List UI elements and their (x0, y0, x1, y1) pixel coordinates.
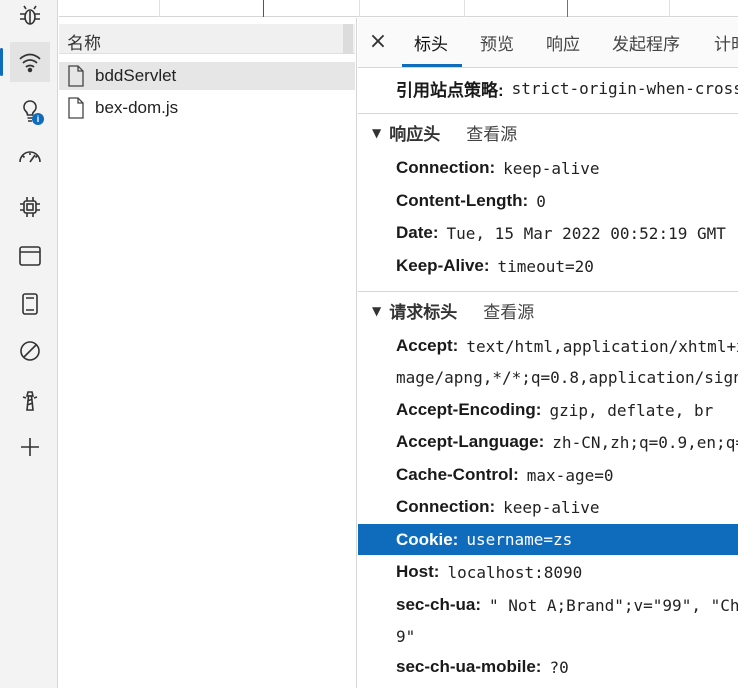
header-row: Content-Length: 0 (396, 188, 546, 214)
header-key: Host: (396, 562, 440, 581)
info-badge: i (32, 113, 44, 125)
request-list: 名称 bddServlet bex-dom.js (59, 18, 357, 688)
header-row: Host: localhost:8090 (396, 559, 582, 585)
header-value: strict-origin-when-cross-origin (511, 78, 738, 98)
header-value: keep-alive (503, 497, 600, 517)
tab-timing[interactable]: 计时 (714, 30, 738, 55)
lightbulb-icon[interactable]: i (10, 91, 50, 131)
header-row: Accept-Encoding: gzip, deflate, br (396, 397, 713, 423)
header-row: Cache-Control: max-age=0 (396, 462, 613, 488)
tab-response[interactable]: 响应 (546, 30, 580, 55)
header-row: Connection: keep-alive (396, 494, 599, 520)
header-key: Accept-Encoding: (396, 400, 542, 419)
header-key: Accept: (396, 336, 459, 355)
header-row: Connection: keep-alive (396, 155, 599, 181)
header-value: username=zs (466, 530, 573, 549)
memory-icon[interactable] (10, 284, 50, 324)
header-value: ?0 (549, 657, 569, 677)
header-row: Date: Tue, 15 Mar 2022 00:52:19 GMT (396, 220, 726, 246)
header-value: 0 (536, 191, 546, 211)
header-key: Date: (396, 223, 439, 242)
header-key: Cache-Control: (396, 465, 519, 484)
header-key: 引用站点策略: (396, 80, 504, 100)
cpu-icon[interactable] (10, 187, 50, 227)
name-column-label: 名称 (67, 34, 101, 54)
timeline-gridline (669, 0, 670, 17)
header-value: zh-CN,zh;q=0.9,en;q=0.8 (552, 432, 738, 452)
referrer-policy-row: 引用站点策略: strict-origin-when-cross-origin (396, 75, 738, 101)
timeline-overview[interactable] (59, 0, 738, 17)
view-source-link[interactable]: 查看源 (466, 120, 517, 145)
header-value: Tue, 15 Mar 2022 00:52:19 GMT (446, 223, 726, 243)
timeline-dom-marker (263, 0, 264, 17)
header-row: Accept: text/html,application/xhtml+xml,… (396, 333, 738, 359)
wifi-icon[interactable] (0, 42, 50, 82)
header-value: text/html,application/xhtml+xml,applicat… (466, 336, 738, 356)
close-icon[interactable]: × (366, 30, 390, 54)
tab-preview[interactable]: 预览 (480, 30, 514, 55)
header-key: sec-ch-ua: (396, 595, 482, 614)
request-details: × 标头 预览 响应 发起程序 计时 引用站点策略: strict-origin… (358, 18, 738, 688)
tab-initiator[interactable]: 发起程序 (612, 30, 680, 55)
header-key: Connection: (396, 497, 496, 516)
timeline-gridline (159, 0, 160, 17)
request-name: bex-dom.js (95, 98, 179, 117)
application-icon[interactable] (10, 236, 50, 276)
column-resize-handle[interactable] (343, 24, 353, 54)
blocked-icon[interactable] (10, 331, 50, 371)
triangle-down-icon[interactable]: ▼ (372, 126, 381, 140)
section-title: 请求标头 (389, 303, 458, 323)
triangle-down-icon[interactable]: ▼ (372, 304, 381, 318)
header-value-continuation: 9" (396, 623, 415, 649)
timeline-load-marker (567, 0, 568, 17)
active-tab-indicator (402, 64, 462, 67)
header-row: sec-ch-ua-mobile: ?0 (396, 654, 569, 680)
request-name: bddServlet (95, 66, 177, 85)
bug-icon[interactable] (10, 0, 50, 36)
document-icon (68, 65, 84, 87)
name-column-header[interactable]: 名称 (59, 24, 355, 54)
tab-headers[interactable]: 标头 (414, 30, 448, 55)
add-icon[interactable] (10, 427, 50, 467)
timeline-gridline (359, 0, 360, 17)
activity-bar: i (0, 0, 58, 688)
header-value: gzip, deflate, br (549, 400, 714, 420)
header-key: sec-ch-ua-mobile: (396, 657, 542, 676)
header-value: timeout=20 (497, 256, 594, 276)
section-title: 响应头 (389, 125, 441, 145)
header-row: Keep-Alive: timeout=20 (396, 253, 594, 279)
details-tabs: × 标头 预览 响应 发起程序 计时 (358, 18, 738, 68)
header-value-continuation: mage/apng,*/*;q=0.8,application/signed-e… (396, 364, 738, 390)
header-key: Cookie: (396, 529, 459, 549)
header-key: Accept-Language: (396, 432, 545, 451)
header-row: Accept-Language: zh-CN,zh;q=0.9,en;q=0.8 (396, 429, 738, 455)
document-icon (68, 97, 84, 119)
view-source-link[interactable]: 查看源 (483, 298, 534, 323)
header-row-selected[interactable]: Cookie: username=zs (358, 524, 738, 555)
header-row: sec-ch-ua: " Not A;Brand";v="99", "Chrom… (396, 592, 738, 618)
header-key: Keep-Alive: (396, 256, 490, 275)
response-headers-section[interactable]: ▼ 响应头 查看源 (358, 113, 738, 151)
request-row[interactable]: bddServlet (59, 62, 355, 90)
header-value: " Not A;Brand";v="99", "Chromium";v="9 (489, 595, 738, 615)
performance-icon[interactable] (10, 138, 50, 178)
header-key: Connection: (396, 158, 496, 177)
header-key: Content-Length: (396, 191, 529, 210)
request-headers-section[interactable]: ▼ 请求标头 查看源 (358, 291, 738, 329)
header-value: mage/apng,*/*;q=0.8,application/signed-e… (396, 367, 738, 387)
header-value: max-age=0 (526, 465, 614, 485)
header-value: localhost:8090 (447, 562, 583, 582)
request-row[interactable]: bex-dom.js (59, 94, 355, 122)
timeline-gridline (464, 0, 465, 17)
header-value: 9" (396, 626, 416, 646)
header-value: keep-alive (503, 158, 600, 178)
lighthouse-icon[interactable] (10, 380, 50, 420)
